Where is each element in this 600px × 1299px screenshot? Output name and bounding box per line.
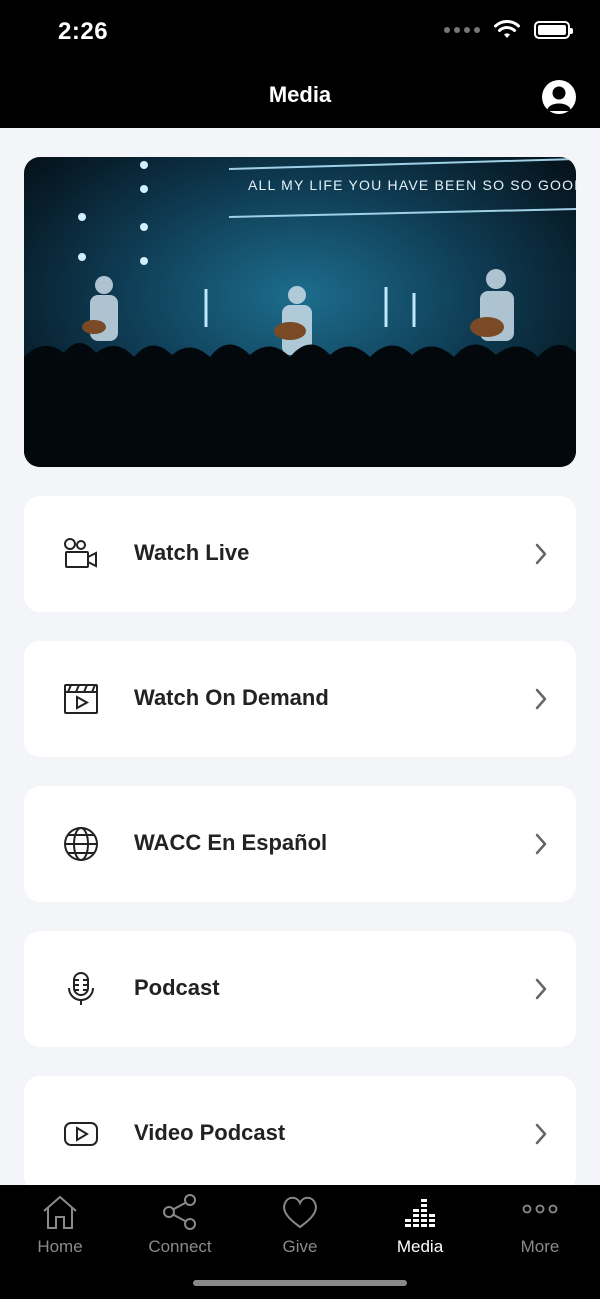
status-time: 2:26 — [58, 18, 109, 45]
equalizer-icon — [405, 1199, 435, 1227]
home-indicator — [193, 1280, 407, 1286]
hero-lyric-text: ALL MY LIFE YOU HAVE BEEN SO SO GOOD — [248, 177, 578, 193]
chevron-right-icon — [535, 1123, 547, 1145]
menu-item-video-podcast[interactable]: Video Podcast — [24, 1076, 576, 1192]
youtube-icon — [64, 1122, 98, 1146]
menu-item-label: WACC En Español — [134, 830, 328, 855]
tab-connect[interactable]: Connect — [120, 1193, 240, 1265]
share-icon — [163, 1194, 196, 1230]
home-icon — [43, 1195, 77, 1229]
page-title: Media — [268, 82, 332, 107]
chevron-right-icon — [535, 688, 547, 710]
hero-image[interactable] — [24, 157, 576, 467]
cellular-signal-icon — [444, 27, 480, 33]
more-dots-icon — [522, 1204, 558, 1214]
tab-media[interactable]: Media — [360, 1193, 480, 1265]
menu-item-wacc-en-espanol[interactable]: WACC En Español — [24, 786, 576, 902]
globe-icon — [64, 827, 98, 861]
chevron-right-icon — [535, 833, 547, 855]
chevron-right-icon — [535, 543, 547, 565]
menu-item-podcast[interactable]: Podcast — [24, 931, 576, 1047]
menu-item-watch-live[interactable]: Watch Live — [24, 496, 576, 612]
tab-home[interactable]: Home — [0, 1193, 120, 1265]
wifi-icon — [494, 20, 520, 38]
video-camera-icon — [64, 538, 97, 568]
clapperboard-icon — [64, 684, 98, 714]
tab-give[interactable]: Give — [240, 1193, 360, 1265]
tab-label: Media — [396, 1237, 444, 1256]
menu-item-watch-on-demand[interactable]: Watch On Demand — [24, 641, 576, 757]
battery-icon — [534, 21, 573, 39]
profile-button[interactable] — [542, 80, 576, 114]
tab-label: Home — [37, 1237, 83, 1256]
tab-label: Give — [282, 1237, 318, 1256]
menu-item-label: Podcast — [134, 975, 220, 1000]
nav-bar: Media — [0, 64, 600, 128]
status-bar: 2:26 — [0, 0, 600, 64]
status-icons — [444, 20, 573, 40]
tab-more[interactable]: More — [480, 1193, 600, 1265]
microphone-icon — [68, 972, 94, 1005]
heart-icon — [283, 1196, 317, 1229]
chevron-right-icon — [535, 978, 547, 1000]
menu-item-label: Watch On Demand — [134, 685, 329, 710]
person-circle-icon — [547, 86, 571, 111]
menu-item-label: Watch Live — [134, 540, 250, 565]
menu-item-label: Video Podcast — [134, 1120, 286, 1145]
tab-label: Connect — [148, 1237, 212, 1256]
tab-label: More — [520, 1237, 560, 1256]
